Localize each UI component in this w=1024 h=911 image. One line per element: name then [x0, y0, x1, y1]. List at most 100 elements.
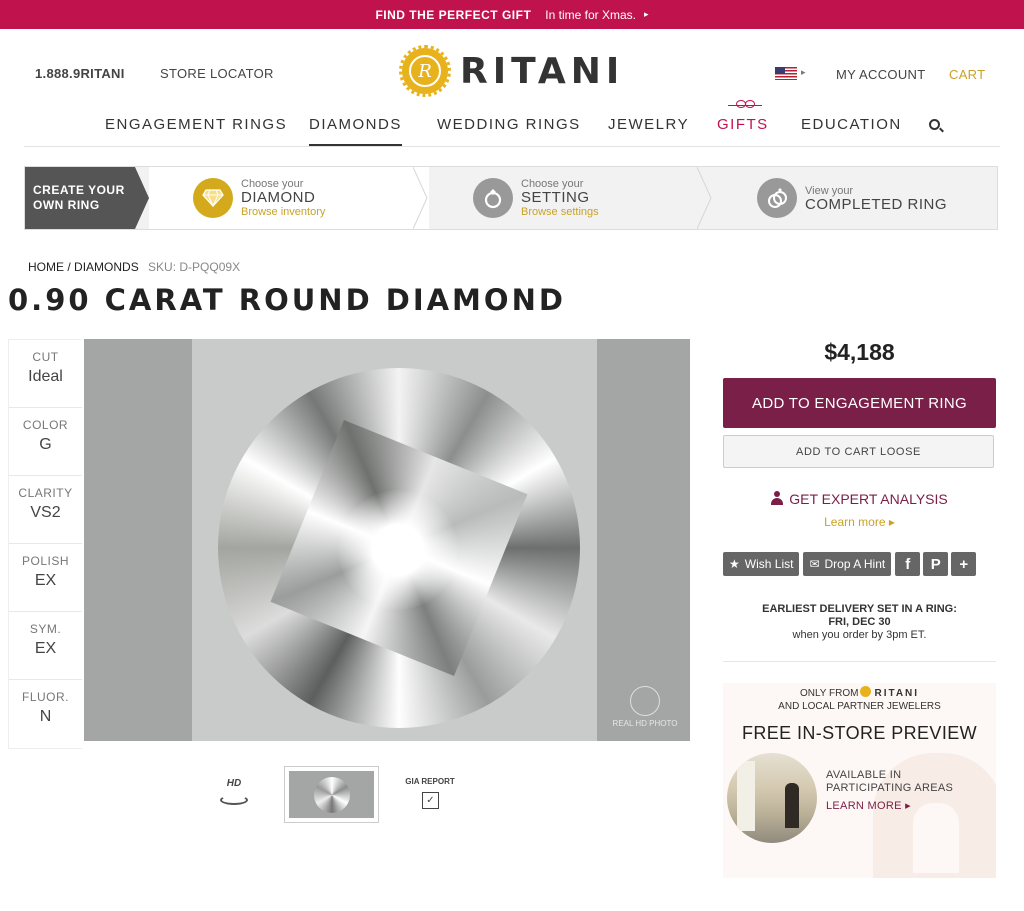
step-title: DIAMOND	[241, 189, 316, 206]
step-chevron	[413, 167, 428, 229]
nav-jewelry[interactable]: JEWELRY	[608, 116, 689, 133]
person-icon	[771, 491, 784, 505]
us-flag-icon[interactable]	[775, 67, 797, 80]
browse-inventory-link[interactable]: Browse inventory	[241, 205, 325, 219]
wish-list-button[interactable]: ★ Wish List	[723, 552, 800, 576]
step-choose-diamond[interactable]: Choose your DIAMOND Browse inventory	[149, 167, 429, 229]
nav-education[interactable]: EDUCATION	[801, 116, 902, 133]
delivery-info: EARLIEST DELIVERY SET IN A RING: FRI, DE…	[723, 603, 996, 642]
delivery-date: FRI, DEC 30	[828, 616, 891, 628]
nav-gifts[interactable]: GIFTS	[717, 116, 769, 133]
star-icon: ★	[729, 557, 740, 571]
delivery-cutoff: when you order by 3pm ET.	[792, 629, 927, 641]
spec-symmetry: SYM. EX	[9, 612, 82, 680]
promo-arrow-icon: ▸	[644, 9, 649, 19]
gia-report-icon[interactable]: ✓	[422, 792, 439, 809]
browse-settings-link[interactable]: Browse settings	[521, 205, 599, 219]
breadcrumb-diamonds[interactable]: DIAMONDS	[74, 260, 139, 274]
spec-color: COLOR G	[9, 408, 82, 476]
main-nav: ENGAGEMENT RINGS DIAMONDS WEDDING RINGS …	[0, 116, 1024, 146]
price: $4,188	[824, 339, 895, 365]
spec-label: FLUOR.	[21, 690, 69, 704]
in-store-preview-promo[interactable]: ONLY FROM RITANI AND LOCAL PARTNER JEWELE…	[723, 683, 996, 878]
thumbnail-image	[289, 771, 374, 818]
spec-label: CLARITY	[18, 486, 73, 500]
spec-cut: CUT Ideal	[9, 340, 82, 408]
step-choose-setting[interactable]: Choose your SETTING Browse settings	[473, 167, 703, 229]
build-ring-steps: CREATE YOUR OWN RING Choose your DIAMOND…	[24, 166, 998, 230]
search-icon[interactable]	[929, 119, 940, 130]
pinterest-icon[interactable]: P	[923, 552, 949, 576]
spec-label: POLISH	[21, 554, 69, 568]
spec-label: SYM.	[29, 622, 62, 636]
spec-value: EX	[34, 640, 57, 657]
promo-headline: FIND THE PERFECT GIFT	[375, 7, 532, 22]
store-locator-link[interactable]: STORE LOCATOR	[160, 66, 274, 81]
availability-text: AVAILABLE IN PARTICIPATING AREAS	[826, 769, 953, 795]
cart-link[interactable]: CART	[949, 67, 985, 82]
nav-engagement-rings[interactable]: ENGAGEMENT RINGS	[105, 116, 287, 133]
step-completed-ring[interactable]: View your COMPLETED RING	[757, 167, 997, 229]
free-in-store-preview-heading: FREE IN-STORE PREVIEW	[741, 723, 978, 743]
nav-divider	[24, 146, 1000, 147]
promo-subtext: In time for Xmas.	[545, 7, 636, 22]
hd-view-label[interactable]: HD	[216, 778, 252, 789]
drop-a-hint-button[interactable]: ✉ Drop A Hint	[803, 552, 892, 576]
spec-label: COLOR	[22, 418, 69, 432]
spec-value: VS2	[30, 504, 61, 521]
preview-learn-more-link[interactable]: LEARN MORE ▸	[826, 799, 911, 812]
gift-bow-icon	[728, 100, 762, 115]
create-your-own-ring-label: CREATE YOUR OWN RING	[25, 167, 149, 229]
availability-line-2: PARTICIPATING AREAS	[826, 782, 954, 794]
step-title: COMPLETED RING	[805, 196, 948, 213]
phone-link[interactable]: 1.888.9RITANI	[35, 66, 125, 81]
wish-list-label: Wish List	[744, 557, 794, 571]
diamond-icon	[193, 178, 233, 218]
hd-badge-text: REAL HD PHOTO	[612, 719, 678, 728]
logo-text: RITANI	[460, 50, 625, 92]
learn-more-link[interactable]: Learn more ▸	[723, 515, 996, 529]
nav-wedding-rings[interactable]: WEDDING RINGS	[437, 116, 581, 133]
photo-thumbnail[interactable]	[284, 766, 379, 823]
share-bar: ★ Wish List ✉ Drop A Hint f P +	[723, 552, 979, 576]
add-to-engagement-ring-button[interactable]: ADD TO ENGAGEMENT RING	[723, 378, 996, 428]
country-caret-icon[interactable]: ▸	[801, 67, 806, 78]
more-share-icon[interactable]: +	[951, 552, 977, 576]
spec-polish: POLISH EX	[9, 544, 82, 612]
partner-jewelers-text: AND LOCAL PARTNER JEWELERS	[778, 701, 941, 712]
rings-icon	[757, 178, 797, 218]
expert-analysis-link[interactable]: GET EXPERT ANALYSIS	[723, 491, 996, 507]
real-hd-photo-badge: REAL HD PHOTO	[612, 686, 678, 734]
spec-value: EX	[34, 572, 57, 589]
spec-value: N	[39, 708, 52, 725]
ring-icon	[473, 178, 513, 218]
gia-report-label[interactable]: GIA REPORT	[398, 777, 462, 786]
diamond-highlight	[338, 490, 458, 610]
ritani-logo[interactable]: R RITANI	[399, 45, 625, 97]
only-from-line: ONLY FROM RITANI AND LOCAL PARTNER JEWELE…	[723, 686, 996, 713]
breadcrumb: HOME / DIAMONDS SKU: D-PQQ09X	[28, 260, 240, 274]
divider	[723, 661, 996, 662]
availability-line-1: AVAILABLE IN	[826, 769, 902, 781]
delivery-heading: EARLIEST DELIVERY SET IN A RING:	[762, 603, 957, 615]
sku-label: SKU: D-PQQ09X	[148, 260, 241, 274]
hd-badge-icon	[630, 686, 660, 716]
spec-label: CUT	[32, 350, 59, 364]
ritani-mini-logo-icon	[860, 686, 872, 697]
step-chevron	[697, 167, 712, 229]
store-photo	[727, 753, 817, 843]
breadcrumb-home[interactable]: HOME	[28, 260, 64, 274]
facebook-icon[interactable]: f	[895, 552, 921, 576]
add-to-cart-loose-button[interactable]: ADD TO CART LOOSE	[723, 435, 994, 468]
my-account-link[interactable]: MY ACCOUNT	[836, 67, 925, 82]
nav-diamonds[interactable]: DIAMONDS	[309, 116, 402, 146]
envelope-icon: ✉	[809, 557, 820, 571]
diamond-specs: CUT Ideal COLOR G CLARITY VS2 POLISH EX SYM.…	[8, 339, 82, 749]
promo-banner[interactable]: FIND THE PERFECT GIFT In time for Xmas. …	[0, 0, 1024, 29]
logo-letter: R	[409, 55, 441, 87]
drop-a-hint-label: Drop A Hint	[824, 557, 886, 571]
rotate-360-icon[interactable]	[220, 795, 248, 805]
spec-value: G	[39, 436, 52, 453]
only-from-text: ONLY FROM	[799, 688, 859, 699]
spec-value: Ideal	[28, 368, 63, 385]
